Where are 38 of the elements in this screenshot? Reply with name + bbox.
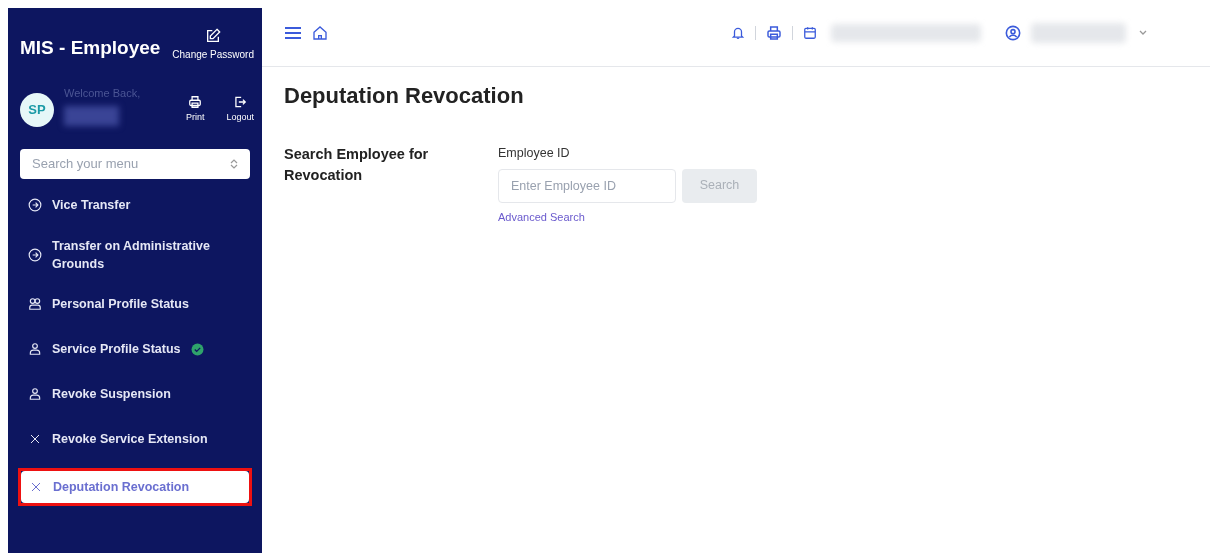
page-title: Deputation Revocation	[284, 82, 525, 110]
employee-id-field[interactable]: Enter Employee ID	[498, 168, 676, 203]
printer-icon	[188, 94, 203, 109]
print-button[interactable]: Print	[185, 94, 205, 125]
menu-item[interactable]: Revoke Suspension	[8, 371, 262, 417]
field-label: Employee ID	[498, 145, 571, 162]
menu-icon[interactable]	[284, 26, 302, 40]
welcome-text: Welcome Back,	[64, 86, 141, 102]
blurred-user-name	[64, 105, 119, 126]
bell-icon[interactable]	[731, 25, 745, 41]
user-icon	[28, 342, 42, 356]
home-icon[interactable]	[312, 25, 328, 41]
close-icon	[30, 480, 42, 493]
avatar: SP	[20, 92, 54, 127]
chevron-down-icon[interactable]	[1138, 29, 1148, 37]
users-icon	[28, 297, 42, 311]
menu-item[interactable]: Revoke Service Extension	[8, 416, 262, 462]
user-icon	[28, 387, 42, 401]
logout-icon	[233, 94, 248, 109]
menu-item[interactable]: Vice Transfer	[8, 182, 262, 228]
change-password-button[interactable]: Change Password	[172, 28, 254, 62]
menu-item[interactable]: Transfer on Administrative Grounds	[8, 227, 262, 282]
arrow-circle-icon	[28, 247, 42, 262]
updown-chevron-icon	[230, 158, 238, 169]
app-title: MIS - Employee	[20, 36, 161, 60]
menu-search-field[interactable]: Search your menu	[20, 148, 250, 179]
logout-button[interactable]: Logout	[226, 94, 254, 125]
section-label: Search Employee for Revocation	[284, 145, 430, 185]
printer-icon[interactable]	[766, 25, 782, 41]
user-circle-icon[interactable]	[1005, 25, 1021, 41]
close-icon	[29, 433, 41, 445]
menu-item[interactable]: Deputation Revocation	[21, 470, 249, 503]
menu-item[interactable]: Personal Profile Status	[8, 281, 262, 327]
edit-icon	[205, 28, 222, 44]
arrow-circle-icon	[28, 198, 42, 212]
menu-item[interactable]: Service Profile Status	[8, 326, 262, 372]
advanced-search-link[interactable]: Advanced Search	[498, 208, 757, 226]
calendar-icon[interactable]	[803, 26, 817, 40]
